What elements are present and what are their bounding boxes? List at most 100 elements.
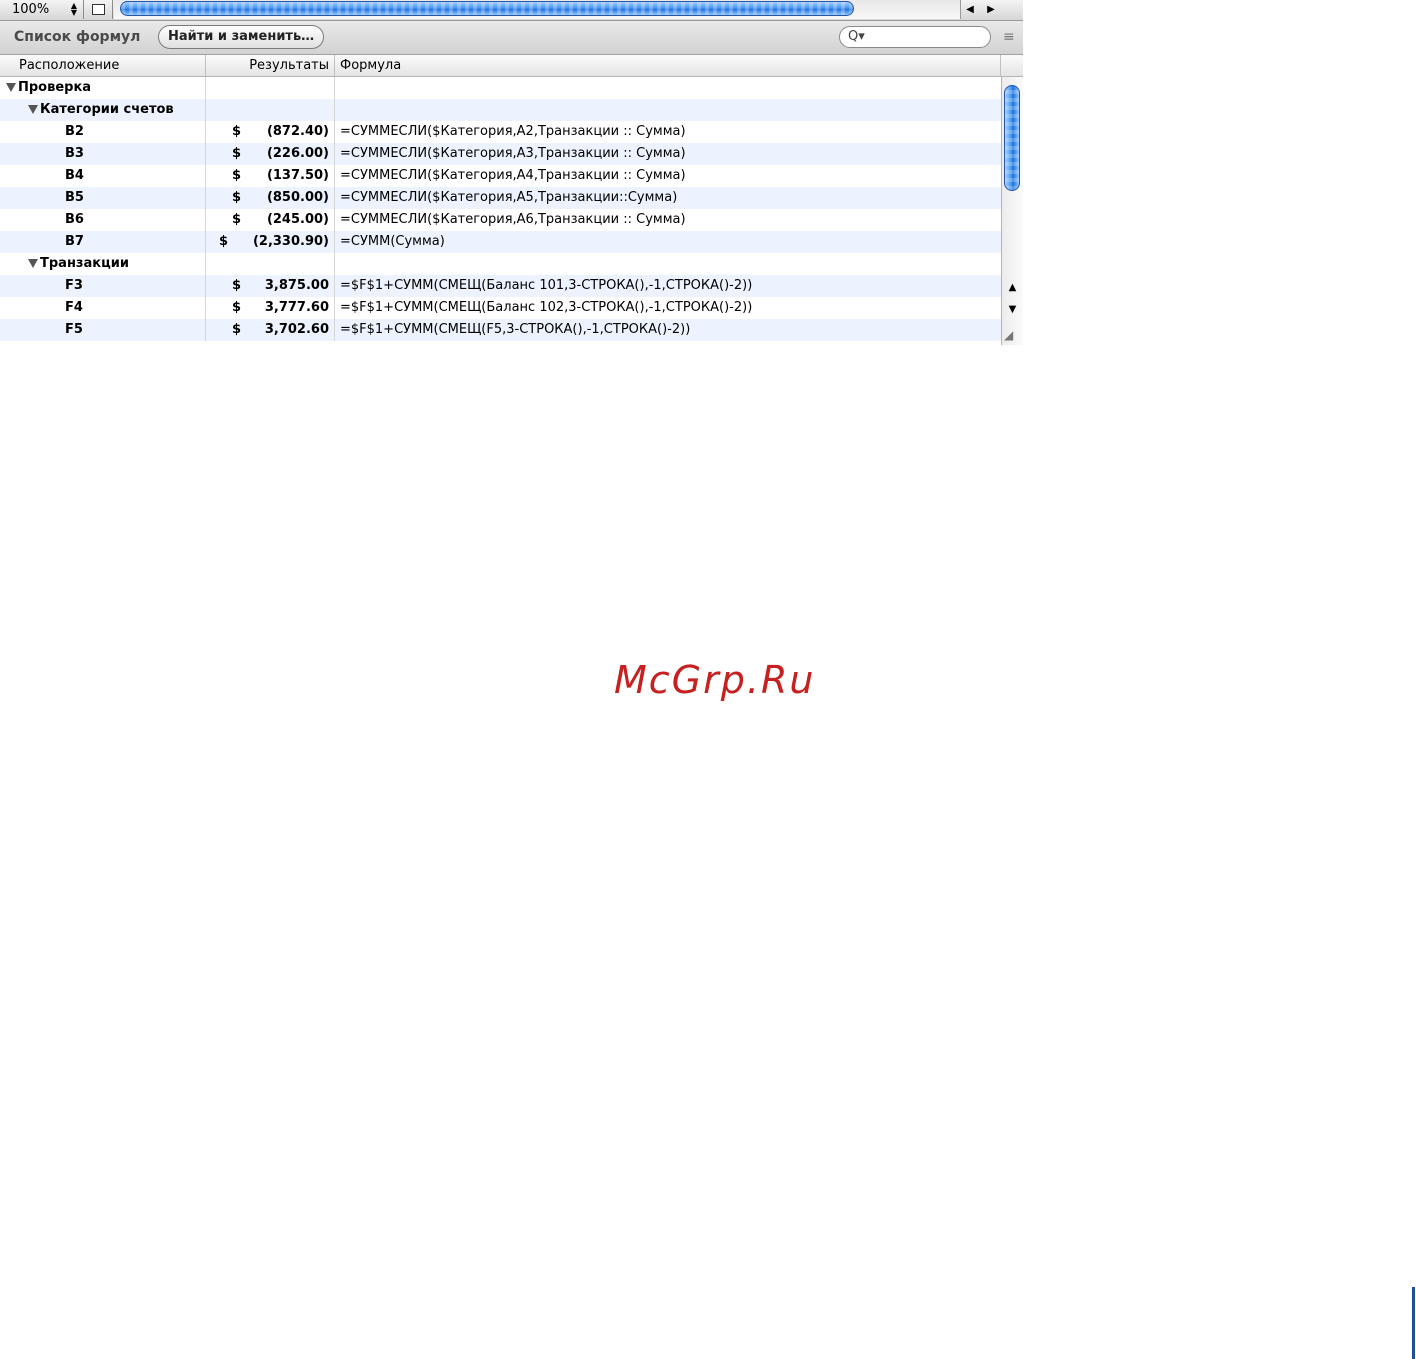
result-cell: $3,702.60 — [206, 319, 335, 341]
currency-symbol: $ — [232, 322, 242, 337]
table-row[interactable]: F3 $3,875.00 =$F$1+СУММ(СМЕЩ(Баланс 101,… — [0, 275, 1001, 297]
zoom-stepper-icon[interactable]: ▲ ▼ — [71, 2, 77, 17]
location-cell: B7 — [0, 231, 206, 253]
formula-cell: =$F$1+СУММ(СМЕЩ(F5,3-СТРОКА(),-1,СТРОКА(… — [340, 322, 691, 337]
formula-table: Проверка Категории счетов B2 $ (872.40) =… — [0, 77, 1001, 345]
location-cell: Категории счетов — [0, 99, 206, 121]
resize-grip-icon[interactable]: ◢ — [1004, 328, 1013, 342]
formula-cell: =$F$1+СУММ(СМЕЩ(Баланс 101,3-СТРОКА(),-1… — [340, 278, 753, 293]
location-cell: B2 — [0, 121, 206, 143]
currency-symbol: $ — [219, 234, 229, 249]
currency-symbol: $ — [232, 190, 242, 205]
table-row[interactable]: Категории счетов — [0, 99, 1001, 121]
table-row[interactable]: B3 $ (226.00) =СУММЕСЛИ($Категория,A3,Тра… — [0, 143, 1001, 165]
table-row[interactable]: B6 $ (245.00) =СУММЕСЛИ($Категория,A6,Тра… — [0, 209, 1001, 231]
disclosure-triangle-icon[interactable] — [28, 105, 38, 114]
currency-symbol: $ — [232, 168, 242, 183]
zoom-control[interactable]: 100% ▲ ▼ — [0, 0, 84, 19]
location-cell: F3 — [0, 275, 206, 297]
formula-list-window: 100% ▲ ▼ ◀ ▶ Список формул Найти и замени… — [0, 0, 1023, 345]
result-value: 3,777.60 — [264, 300, 329, 315]
search-icon[interactable]: Q▾ — [848, 29, 865, 45]
location-cell: Проверка — [0, 77, 206, 99]
result-value: (2,330.90) — [252, 234, 329, 249]
formula-cell — [335, 99, 1001, 121]
result-value: (226.00) — [266, 146, 329, 161]
table-row[interactable]: Транзакции — [0, 253, 1001, 275]
watermark: McGrp.Ru — [614, 658, 816, 702]
table-row[interactable]: B7 $ (2,330.90) =СУММ(Сумма) — [0, 231, 1001, 253]
scroll-up-arrow-icon[interactable]: ▲ — [1002, 277, 1023, 299]
scroll-right-arrow-icon[interactable]: ▶ — [981, 0, 1001, 19]
zoom-value: 100% — [12, 2, 50, 17]
formula-cell: =СУММЕСЛИ($Категория,A2,Транзакции :: Су… — [340, 124, 686, 139]
page-icon — [92, 4, 105, 15]
currency-symbol: $ — [232, 146, 242, 161]
currency-symbol: $ — [232, 278, 242, 293]
table-row[interactable]: Проверка — [0, 77, 1001, 99]
result-cell: $3,777.60 — [206, 297, 335, 319]
table-row[interactable]: F4 $3,777.60 =$F$1+СУММ(СМЕЩ(Баланс 102,… — [0, 297, 1001, 319]
formula-cell: =СУММЕСЛИ($Категория,A6,Транзакции :: Су… — [340, 212, 686, 227]
horizontal-scrollbar[interactable] — [114, 0, 961, 19]
vertical-scroll-thumb[interactable] — [1004, 85, 1020, 191]
search-input[interactable]: Q▾ — [839, 26, 991, 48]
menu-icon[interactable]: ≡ — [1003, 29, 1015, 45]
location-cell: B4 — [0, 165, 206, 187]
result-cell: $3,875.00 — [206, 275, 335, 297]
result-cell: $ (245.00) — [206, 209, 335, 231]
page-view-button[interactable] — [86, 0, 113, 19]
location-cell: Транзакции — [0, 253, 206, 275]
result-cell: $ (226.00) — [206, 143, 335, 165]
column-header: Расположение Результаты Формула — [0, 55, 1023, 77]
result-cell — [206, 77, 335, 99]
formula-cell: =СУММЕСЛИ($Категория,A5,Транзакции::Сумм… — [340, 190, 678, 205]
disclosure-triangle-icon[interactable] — [6, 83, 16, 92]
formula-cell: =$F$1+СУММ(СМЕЩ(Баланс 102,3-СТРОКА(),-1… — [340, 300, 753, 315]
formula-cell: =СУММ(Сумма) — [340, 234, 445, 249]
result-value: (850.00) — [266, 190, 329, 205]
location-label: Категории счетов — [40, 102, 174, 117]
table-row[interactable]: B2 $ (872.40) =СУММЕСЛИ($Категория,A2,Тра… — [0, 121, 1001, 143]
page-edge-line — [1412, 1287, 1415, 1359]
toolbar-title: Список формул — [14, 29, 141, 45]
currency-symbol: $ — [232, 300, 242, 315]
vertical-scrollbar[interactable]: ▲ ▼ — [1001, 77, 1023, 345]
location-cell: B5 — [0, 187, 206, 209]
result-value: (137.50) — [266, 168, 329, 183]
column-header-results[interactable]: Результаты — [206, 55, 335, 76]
location-cell: F4 — [0, 297, 206, 319]
currency-symbol: $ — [232, 124, 242, 139]
horizontal-scroll-thumb[interactable] — [120, 1, 854, 16]
top-bar: 100% ▲ ▼ ◀ ▶ — [0, 0, 1023, 21]
formula-cell — [335, 77, 1001, 99]
result-cell: $ (2,330.90) — [206, 231, 335, 253]
result-cell: $ (872.40) — [206, 121, 335, 143]
scroll-left-arrow-icon[interactable]: ◀ — [960, 0, 980, 19]
disclosure-triangle-icon[interactable] — [28, 259, 38, 268]
formula-cell: =СУММЕСЛИ($Категория,A3,Транзакции :: Су… — [340, 146, 686, 161]
formula-cell: =СУММЕСЛИ($Категория,A4,Транзакции :: Су… — [340, 168, 686, 183]
table-row[interactable]: F5 $3,702.60 =$F$1+СУММ(СМЕЩ(F5,3-СТРОКА… — [0, 319, 1001, 341]
result-value: (872.40) — [266, 124, 329, 139]
result-cell — [206, 253, 335, 275]
result-cell: $ (850.00) — [206, 187, 335, 209]
location-cell: B6 — [0, 209, 206, 231]
location-label: Транзакции — [40, 256, 129, 271]
table-row[interactable]: B4 $ (137.50) =СУММЕСЛИ($Категория,A4,Тра… — [0, 165, 1001, 187]
formula-cell — [335, 253, 1001, 275]
scroll-down-arrow-icon[interactable]: ▼ — [1002, 299, 1023, 321]
result-value: (245.00) — [266, 212, 329, 227]
column-header-location[interactable]: Расположение — [0, 55, 206, 76]
column-header-formula[interactable]: Формула — [335, 55, 1001, 76]
result-cell: $ (137.50) — [206, 165, 335, 187]
location-label: Проверка — [18, 80, 92, 95]
toolbar: Список формул Найти и заменить… Q▾ ≡ — [0, 21, 1023, 55]
location-cell: B3 — [0, 143, 206, 165]
result-value: 3,702.60 — [264, 322, 329, 337]
location-cell: F5 — [0, 319, 206, 341]
table-row[interactable]: B5 $ (850.00) =СУММЕСЛИ($Категория,A5,Тра… — [0, 187, 1001, 209]
find-replace-button[interactable]: Найти и заменить… — [158, 25, 325, 49]
result-value: 3,875.00 — [264, 278, 329, 293]
result-cell — [206, 99, 335, 121]
